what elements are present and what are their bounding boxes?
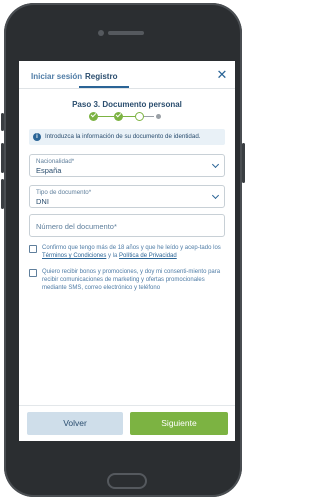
back-button[interactable]: Volver [27,412,123,435]
document-number-placeholder: Número del documento* [36,222,117,231]
step-1-done [89,111,98,121]
document-type-select[interactable]: Tipo de documento* DNI [29,185,225,208]
marketing-checkbox[interactable] [29,269,37,277]
tab-register[interactable]: Registro [85,72,117,81]
marketing-consent-row: Quiero recibir bonos y promociones, y do… [29,268,229,294]
checkmark-icon [115,111,122,118]
speaker-grille [108,31,144,35]
step-connector [98,116,114,117]
terms-text-join: y la [106,253,120,259]
document-type-label: Tipo de documento* [36,189,92,196]
info-icon: i [33,133,41,141]
info-banner: i Introduzca la información de su docume… [29,129,225,145]
step-progress [89,111,169,122]
terms-text: Confirmo que tengo más de 18 años y que … [42,245,221,251]
nationality-select[interactable]: Nacionalidad* España [29,154,225,177]
nationality-label: Nacionalidad* [36,158,75,165]
terms-consent-text: Confirmo que tengo más de 18 años y que … [42,244,229,260]
privacy-link[interactable]: Política de Privacidad [119,253,177,259]
action-footer: Volver Siguiente [19,405,235,441]
volume-down-button [1,179,4,209]
step-4-pending [156,114,161,119]
marketing-consent-text: Quiero recibir bonos y promociones, y do… [42,269,221,291]
document-number-input[interactable]: Número del documento* [29,214,225,237]
chevron-down-icon [211,191,220,200]
home-button [107,473,147,489]
terms-consent-row: Confirmo que tengo más de 18 años y que … [29,244,229,262]
step-connector [123,116,135,117]
front-camera [98,30,104,36]
active-tab-indicator [79,86,129,88]
step-connector [144,116,154,117]
header-tabs: Iniciar sesión Registro ✕ [19,61,235,89]
step-2-done [114,111,123,121]
nationality-value: España [36,166,62,175]
mute-switch [1,113,4,131]
terms-link[interactable]: Términos y Condiciones [42,253,106,259]
step-title: Paso 3. Documento personal [72,100,182,109]
volume-up-button [1,143,4,173]
info-text: Introduzca la información de su document… [45,133,201,140]
checkmark-icon [90,111,97,118]
document-type-value: DNI [36,197,49,206]
registration-screen: Iniciar sesión Registro ✕ Paso 3. Docume… [19,61,235,441]
tab-login[interactable]: Iniciar sesión [31,72,82,81]
next-button[interactable]: Siguiente [130,412,228,435]
power-button [242,143,245,183]
phone-frame: Iniciar sesión Registro ✕ Paso 3. Docume… [1,3,245,497]
close-icon[interactable]: ✕ [215,68,229,82]
step-3-current [135,112,144,121]
terms-checkbox[interactable] [29,245,37,253]
chevron-down-icon [211,160,220,169]
